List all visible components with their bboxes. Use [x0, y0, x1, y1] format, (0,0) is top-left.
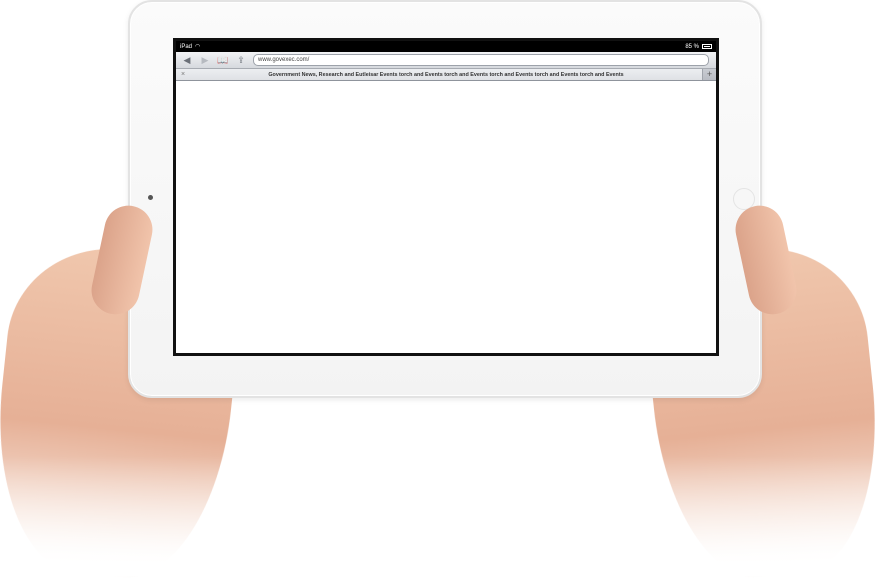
status-bar: iPad ◠ 85 % [176, 41, 716, 52]
browser-screen: iPad ◠ 85 % ◀ ▶ 📖 ⇪ www.govexec.com/ × G… [173, 38, 719, 356]
close-tab-icon[interactable]: × [176, 71, 190, 78]
bookmarks-book-icon[interactable]: 📖 [217, 53, 229, 67]
page-content [176, 81, 716, 353]
bottom-fade [0, 456, 875, 576]
battery-percent: 85 % [685, 43, 699, 50]
tab-title: Government News, Research and Eutleisar … [268, 71, 624, 78]
device-name: iPad [180, 43, 193, 50]
camera-icon [148, 195, 153, 200]
back-arrow-icon[interactable]: ◀ [181, 53, 193, 67]
address-bar[interactable]: www.govexec.com/ [253, 54, 709, 66]
browser-toolbar: ◀ ▶ 📖 ⇪ www.govexec.com/ [176, 52, 716, 69]
share-icon[interactable]: ⇪ [235, 53, 247, 67]
forward-arrow-icon[interactable]: ▶ [199, 53, 211, 67]
ipad-device: iPad ◠ 85 % ◀ ▶ 📖 ⇪ www.govexec.com/ × G… [128, 0, 762, 398]
tab-bar: × Government News, Research and Eutleisa… [176, 69, 716, 81]
tab-active[interactable]: × Government News, Research and Eutleisa… [176, 69, 703, 80]
new-tab-button[interactable]: + [703, 69, 716, 80]
wifi-icon: ◠ [195, 44, 201, 50]
battery-icon [702, 44, 712, 49]
